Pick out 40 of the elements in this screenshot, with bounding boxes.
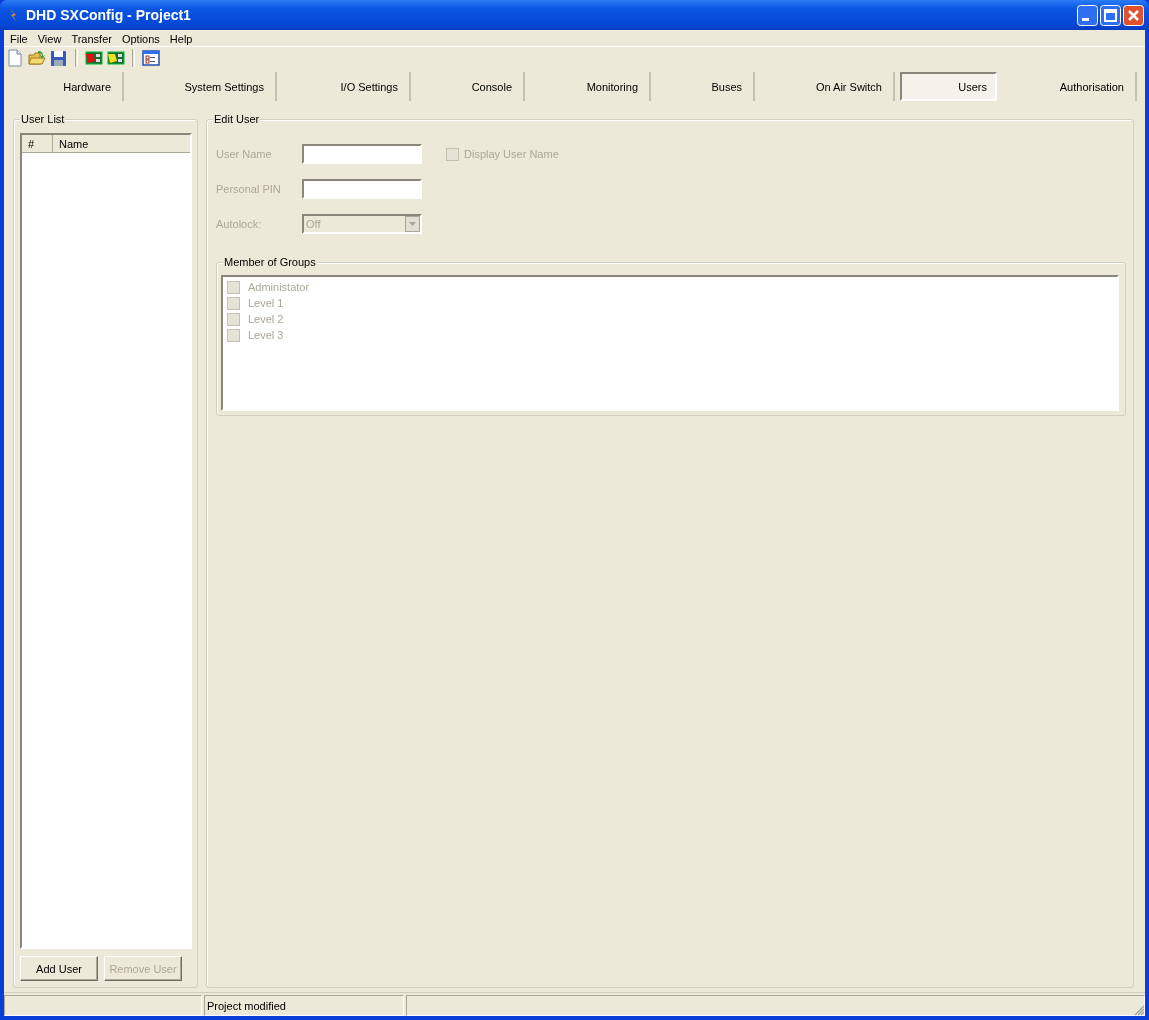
group-title: Member of Groups — [223, 256, 317, 269]
resize-grip-icon[interactable] — [1133, 1004, 1145, 1016]
field-label: User Name — [216, 148, 273, 160]
tab[interactable]: Hardware — [4, 72, 124, 101]
tab[interactable]: On Air Switch — [755, 72, 895, 101]
menu-item[interactable]: Options — [116, 32, 165, 45]
close-icon[interactable] — [1123, 4, 1144, 26]
column-header[interactable]: # — [22, 135, 53, 152]
minimize-icon[interactable] — [1077, 4, 1098, 26]
checkbox-label: Administator — [248, 281, 310, 293]
new-file-icon[interactable] — [6, 49, 24, 67]
tab[interactable]: I/O Settings — [277, 72, 411, 101]
checkbox-label: Level 3 — [248, 329, 284, 341]
menu-item[interactable]: File — [5, 32, 33, 45]
field-label: Autolock: — [216, 218, 263, 230]
menu-item[interactable]: View — [32, 32, 67, 45]
maximize-icon[interactable] — [1100, 4, 1121, 26]
status-text: Project modified — [204, 995, 404, 1016]
circuit-board-icon[interactable] — [85, 49, 103, 67]
column-header[interactable]: Name — [53, 135, 190, 152]
checkbox-label: Display User Name — [464, 148, 559, 160]
group-title: User List — [20, 113, 66, 126]
circuit-board-icon[interactable] — [107, 49, 125, 67]
tab[interactable]: Monitoring — [525, 72, 651, 101]
button[interactable]: Add User — [20, 956, 98, 981]
group-title: Edit User — [213, 113, 261, 126]
tab[interactable]: System Settings — [124, 72, 277, 101]
field-label: Personal PIN — [216, 183, 282, 195]
checkbox-label: Level 1 — [248, 297, 284, 309]
tab[interactable]: Console — [411, 72, 525, 101]
tab[interactable]: Users — [900, 72, 997, 101]
user-list[interactable]: # Name — [20, 133, 192, 949]
tab[interactable]: Buses — [651, 72, 755, 101]
open-folder-icon[interactable] — [28, 49, 46, 67]
window-title: DHD SXConfig - Project1 — [26, 7, 192, 23]
settings-window-icon[interactable] — [142, 49, 160, 67]
checkbox-label: Level 2 — [248, 313, 284, 325]
menu-item[interactable]: Transfer — [66, 32, 117, 45]
tab[interactable]: Authorisation — [997, 72, 1137, 101]
menu-item[interactable]: Help — [164, 32, 198, 45]
